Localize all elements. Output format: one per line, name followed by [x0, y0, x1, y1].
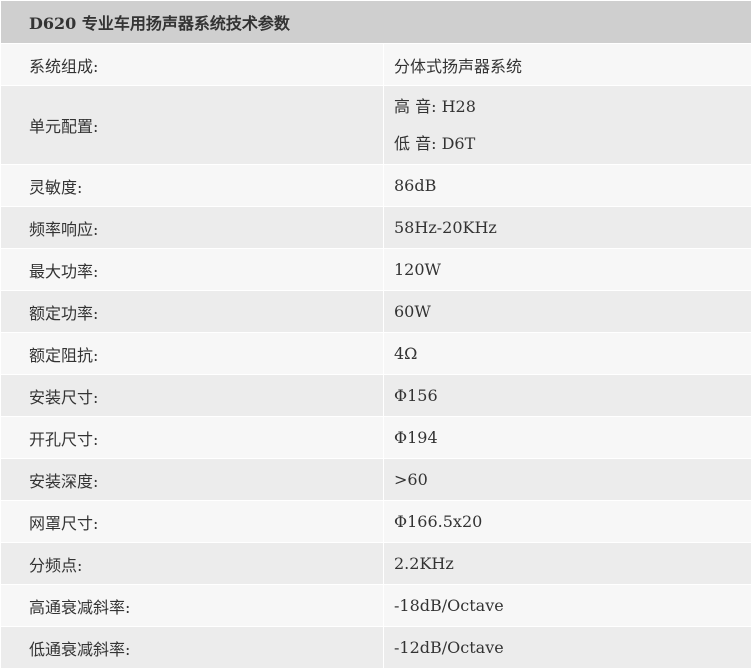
spec-value: 4Ω [383, 332, 752, 375]
title-row: D620 专业车用扬声器系统技术参数 [0, 0, 752, 44]
spec-value-line: Φ194 [394, 428, 438, 447]
spec-value-line: 58Hz-20KHz [394, 218, 497, 237]
spec-value: 120W [383, 248, 752, 291]
spec-label: 开孔尺寸: [0, 416, 384, 459]
spec-value: 2.2KHz [383, 542, 752, 585]
spec-label: 频率响应: [0, 206, 384, 249]
spec-value-line: 120W [394, 260, 441, 279]
spec-value-line: Φ166.5x20 [394, 512, 483, 531]
spec-value: Φ166.5x20 [383, 500, 752, 543]
table-row: 额定阻抗: 4Ω [0, 332, 752, 375]
spec-value-line: 60W [394, 302, 431, 321]
spec-value-line: 86dB [394, 176, 437, 195]
spec-value: 58Hz-20KHz [383, 206, 752, 249]
spec-value: 高 音: H28 低 音: D6T [383, 85, 752, 165]
spec-value: 60W [383, 290, 752, 333]
spec-value-line: 低 音: D6T [394, 134, 476, 153]
table-row: 单元配置: 高 音: H28 低 音: D6T [0, 85, 752, 165]
table-row: 低通衰减斜率: -12dB/Octave [0, 626, 752, 669]
table-row: 安装深度: >60 [0, 458, 752, 501]
spec-label: 安装深度: [0, 458, 384, 501]
spec-value-line: >60 [394, 470, 428, 489]
spec-value-line: Φ156 [394, 386, 438, 405]
table-row: 灵敏度: 86dB [0, 164, 752, 207]
spec-label: 低通衰减斜率: [0, 626, 384, 669]
spec-value: Φ194 [383, 416, 752, 459]
spec-value: 分体式扬声器系统 [383, 43, 752, 86]
table-title: D620 专业车用扬声器系统技术参数 [0, 0, 752, 44]
spec-label: 额定阻抗: [0, 332, 384, 375]
spec-value-line: 分体式扬声器系统 [394, 56, 523, 76]
spec-label: 高通衰减斜率: [0, 584, 384, 627]
table-row: 分频点: 2.2KHz [0, 542, 752, 585]
table-row: 系统组成: 分体式扬声器系统 [0, 43, 752, 86]
spec-value-line: 4Ω [394, 344, 418, 363]
spec-label: 最大功率: [0, 248, 384, 291]
spec-label: 额定功率: [0, 290, 384, 333]
spec-value-line: -12dB/Octave [394, 638, 504, 657]
spec-value-line: 2.2KHz [394, 554, 454, 573]
table-row: 安装尺寸: Φ156 [0, 374, 752, 417]
spec-value-line: -18dB/Octave [394, 596, 504, 615]
table-row: 最大功率: 120W [0, 248, 752, 291]
spec-table: D620 专业车用扬声器系统技术参数 系统组成: 分体式扬声器系统 单元配置: 高 音… [0, 0, 752, 669]
spec-value: >60 [383, 458, 752, 501]
spec-label: 分频点: [0, 542, 384, 585]
spec-label: 单元配置: [0, 85, 384, 165]
table-row: 网罩尺寸: Φ166.5x20 [0, 500, 752, 543]
spec-label: 灵敏度: [0, 164, 384, 207]
spec-value: -12dB/Octave [383, 626, 752, 669]
table-row: 开孔尺寸: Φ194 [0, 416, 752, 459]
spec-value: -18dB/Octave [383, 584, 752, 627]
spec-label: 网罩尺寸: [0, 500, 384, 543]
table-row: 额定功率: 60W [0, 290, 752, 333]
spec-label: 系统组成: [0, 43, 384, 86]
spec-label: 安装尺寸: [0, 374, 384, 417]
spec-value: Φ156 [383, 374, 752, 417]
spec-value-line: 高 音: H28 [394, 97, 476, 116]
table-row: 频率响应: 58Hz-20KHz [0, 206, 752, 249]
spec-value: 86dB [383, 164, 752, 207]
table-row: 高通衰减斜率: -18dB/Octave [0, 584, 752, 627]
